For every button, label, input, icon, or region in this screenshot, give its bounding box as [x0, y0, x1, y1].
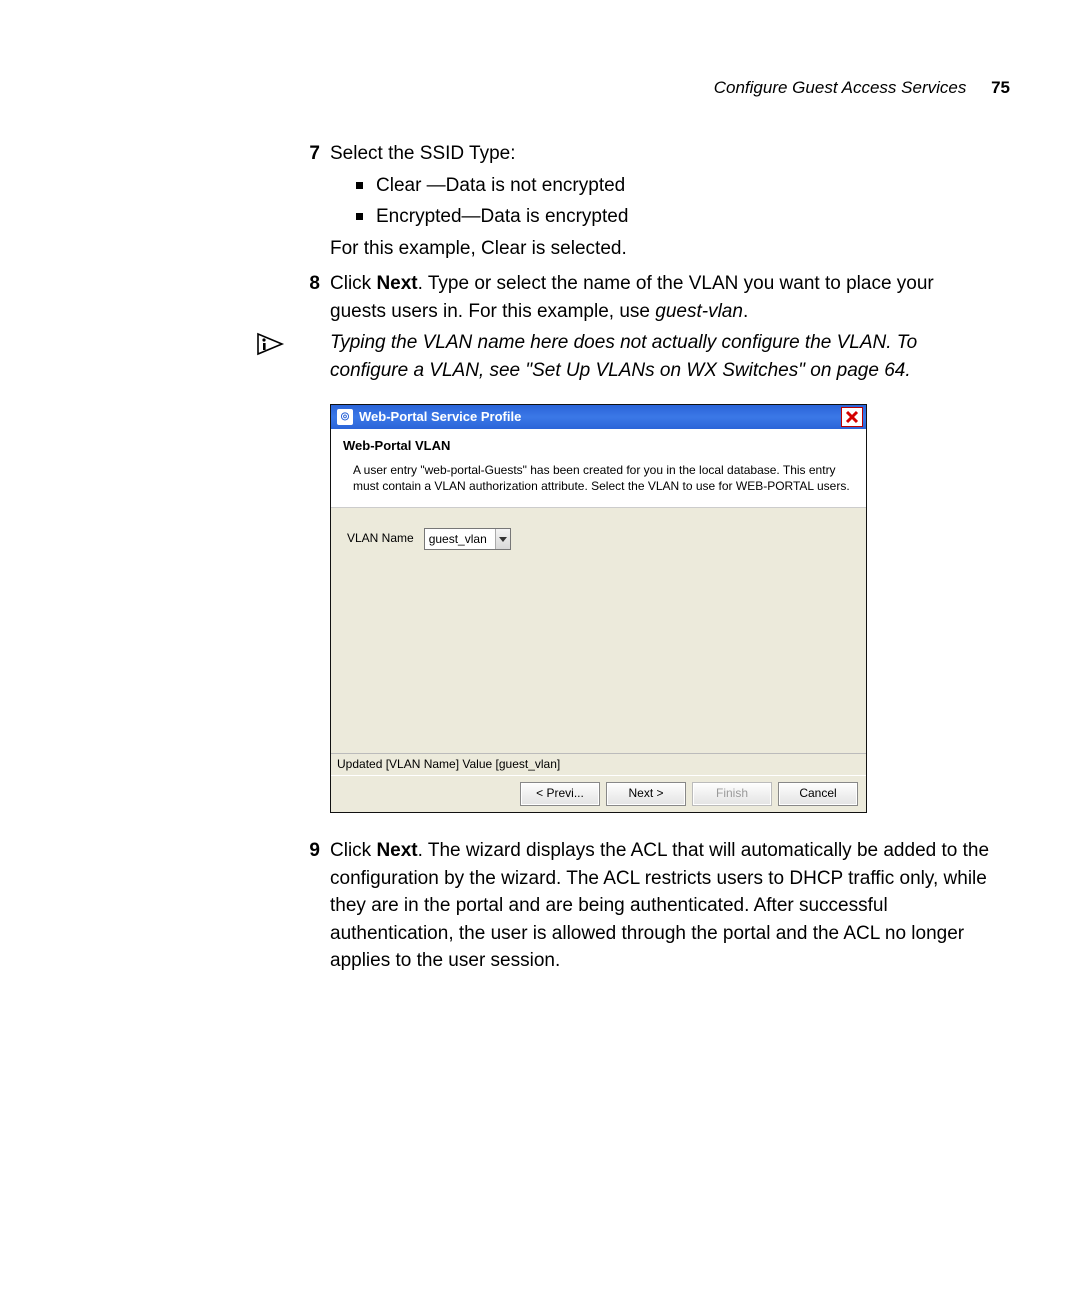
vlan-name-label: VLAN Name: [347, 530, 414, 547]
step-9: 9 Click Next. The wizard displays the AC…: [290, 837, 990, 975]
vlan-name-input[interactable]: [425, 529, 495, 549]
app-icon: ◎: [337, 409, 353, 425]
bullet-clear: Clear —Data is not encrypted: [356, 172, 990, 200]
step-7-followup: For this example, Clear is selected.: [330, 235, 990, 263]
wizard-subtitle: Web-Portal VLAN: [343, 437, 854, 456]
step-7-bullets: Clear —Data is not encrypted Encrypted—D…: [356, 172, 990, 231]
wizard-title: Web-Portal Service Profile: [359, 408, 841, 427]
cancel-button[interactable]: Cancel: [778, 782, 858, 806]
bullet-encrypted: Encrypted—Data is encrypted: [356, 203, 990, 231]
step-8-text: Click Next. Type or select the name of t…: [330, 270, 990, 325]
wizard-subheader: Web-Portal VLAN A user entry "web-portal…: [331, 429, 866, 507]
wizard-button-bar: < Previ... Next > Finish Cancel: [331, 775, 866, 812]
note-text: Typing the VLAN name here does not actua…: [330, 329, 990, 384]
step-8: 8 Click Next. Type or select the name of…: [290, 270, 990, 325]
wizard-screenshot: ◎ Web-Portal Service Profile Web-Portal …: [330, 404, 990, 813]
info-icon: [254, 328, 280, 354]
step-7-number: 7: [290, 140, 320, 168]
close-icon: [844, 409, 860, 425]
step-7-text: Select the SSID Type:: [330, 140, 990, 168]
running-title: Configure Guest Access Services: [714, 78, 967, 97]
finish-button: Finish: [692, 782, 772, 806]
vlan-name-combobox[interactable]: [424, 528, 511, 550]
wizard-description: A user entry "web-portal-Guests" has bee…: [353, 462, 854, 494]
next-button[interactable]: Next >: [606, 782, 686, 806]
chevron-down-icon: [499, 535, 507, 543]
dropdown-button[interactable]: [495, 529, 510, 549]
page-number: 75: [991, 78, 1010, 97]
previous-button[interactable]: < Previ...: [520, 782, 600, 806]
wizard-status: Updated [VLAN Name] Value [guest_vlan]: [331, 753, 866, 775]
close-button[interactable]: [841, 407, 863, 427]
running-header: Configure Guest Access Services 75: [714, 78, 1010, 98]
wizard-body: VLAN Name: [331, 508, 866, 753]
step-9-text: Click Next. The wizard displays the ACL …: [330, 837, 990, 975]
wizard-titlebar: ◎ Web-Portal Service Profile: [331, 405, 866, 429]
step-7: 7 Select the SSID Type:: [290, 140, 990, 168]
step-8-number: 8: [290, 270, 320, 325]
step-9-number: 9: [290, 837, 320, 975]
